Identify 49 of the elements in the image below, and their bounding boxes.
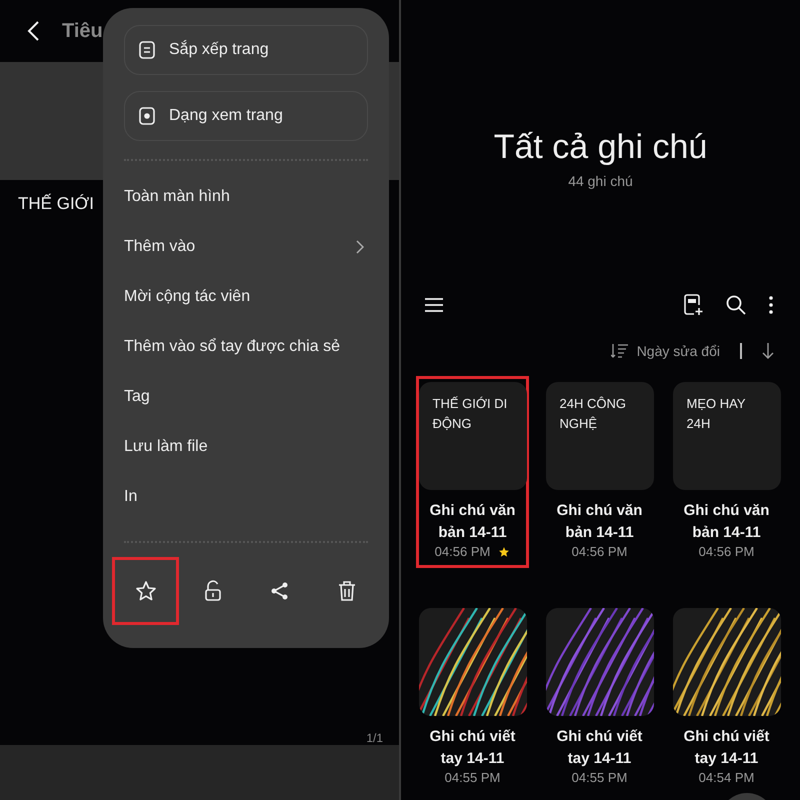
back-icon[interactable]	[26, 20, 40, 42]
page-title: Tất cả ghi chú	[494, 128, 708, 167]
sort-icon[interactable]	[610, 344, 629, 358]
menu-item[interactable]: Lưu làm file	[124, 422, 368, 472]
menu-item[interactable]: Mời cộng tác viên	[124, 272, 368, 322]
note-title: Ghi chú viết tay 14-11	[556, 727, 644, 769]
page-list-icon	[139, 41, 155, 59]
note-card[interactable]: Ghi chú viết tay 14-11 04:54 PM	[670, 602, 783, 790]
action-button[interactable]	[112, 557, 179, 625]
menu-icon[interactable]	[425, 297, 443, 313]
menu-item[interactable]: Tag	[124, 372, 368, 422]
note-time: 04:56 PM	[572, 544, 628, 559]
note-preview: MẸO HAY 24H	[672, 382, 780, 490]
note-title: Ghi chú văn bản 14-11	[556, 501, 644, 543]
note-title: Ghi chú văn bản 14-11	[682, 501, 770, 543]
note-time: 04:55 PM	[572, 770, 628, 785]
note-title: Ghi chú văn bản 14-11	[428, 501, 516, 543]
menu-button[interactable]: Sắp xếp trang	[124, 25, 368, 75]
note-card[interactable]: 24H CÔNG NGHỆ Ghi chú văn bản 14-11 04:56 PM	[543, 376, 656, 564]
delete-icon	[338, 580, 356, 602]
search-icon[interactable]	[726, 295, 746, 315]
page-settings-icon	[139, 107, 155, 125]
star-icon	[134, 580, 156, 602]
pdf-add-icon[interactable]	[684, 294, 704, 316]
note-title: Ghi chú viết tay 14-11	[428, 727, 516, 769]
note-preview: THẾ GIỚI DI ĐỘNG	[418, 382, 526, 490]
menu-item[interactable]: Toàn màn hình	[124, 172, 368, 222]
menu-item[interactable]: Thêm vào	[124, 222, 368, 272]
note-time: 04:54 PM	[698, 770, 754, 785]
note-count: 44 ghi chú	[568, 173, 633, 189]
menu-item[interactable]: Thêm vào sổ tay được chia sẻ	[124, 322, 368, 372]
note-title: Ghi chú viết tay 14-11	[682, 727, 770, 769]
menu-item[interactable]: In	[124, 472, 368, 522]
note-card[interactable]: THẾ GIỚI DI ĐỘNG Ghi chú văn bản 14-11 04:56 PM	[416, 376, 529, 568]
note-time: 04:56 PM	[434, 544, 490, 559]
note-time: 04:56 PM	[698, 544, 754, 559]
menu-button[interactable]: Dạng xem trang	[124, 91, 368, 141]
unlock-icon	[204, 580, 222, 602]
more-options-icon[interactable]	[768, 296, 774, 314]
sort-direction-icon[interactable]	[762, 343, 774, 359]
note-time: 04:55 PM	[444, 770, 500, 785]
note-preview: 24H CÔNG NGHỆ	[546, 382, 654, 490]
note-title: Tiêu	[62, 20, 103, 42]
page-indicator: 1/1	[366, 731, 383, 745]
note-card[interactable]: MẸO HAY 24H Ghi chú văn bản 14-11 04:56 PM	[670, 376, 783, 564]
sort-option[interactable]: Ngày sửa đổi	[636, 343, 720, 359]
chevron-right-icon	[356, 240, 364, 254]
note-body-text: THẾ GIỚI	[18, 194, 94, 213]
share-icon	[270, 581, 290, 601]
